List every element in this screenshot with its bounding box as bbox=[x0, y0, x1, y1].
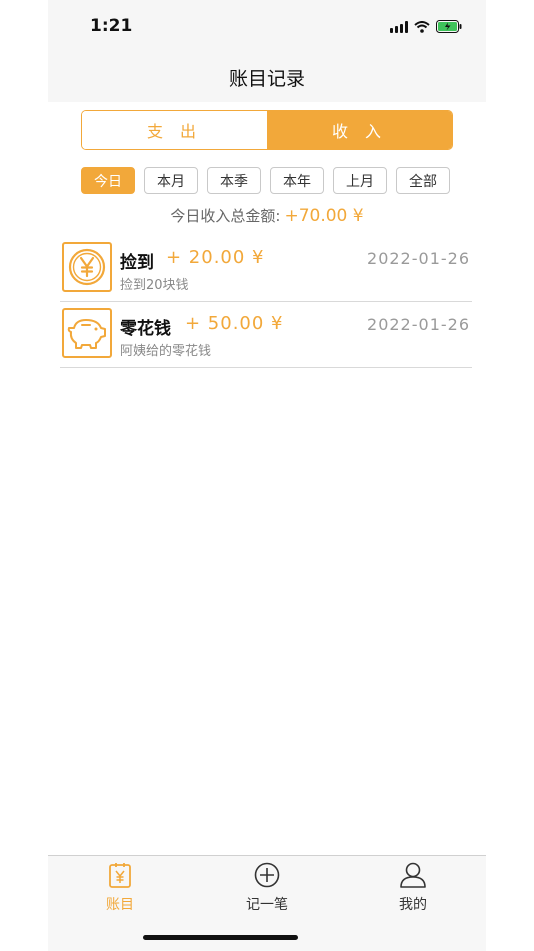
tab-label: 记一笔 bbox=[246, 897, 288, 913]
add-circle-icon bbox=[254, 862, 280, 888]
user-icon bbox=[400, 862, 426, 888]
record-note: 阿姨给的零花钱 bbox=[120, 344, 212, 359]
cellular-signal-icon bbox=[390, 20, 408, 33]
period-filters: 今日 本月 本季 本年 上月 全部 bbox=[81, 167, 450, 194]
summary-amount: +70.00 ¥ bbox=[284, 206, 364, 226]
piggy-bank-icon bbox=[62, 308, 112, 358]
type-segmented-control: 支 出 收 入 bbox=[81, 110, 453, 150]
record-list: 捡到 + 20.00 ¥ 2022-01-26 捡到20块钱 零花钱 + 50.… bbox=[60, 236, 472, 368]
summary-label: 今日收入总金额: bbox=[170, 207, 281, 225]
app-screen: 1:21 账目记录 支 出 收 入 今日 本月 本季 本年 上月 全部 今日收入… bbox=[48, 0, 486, 951]
record-name: 捡到 bbox=[120, 253, 154, 273]
ledger-icon bbox=[109, 863, 131, 888]
record-date: 2022-01-26 bbox=[367, 315, 470, 334]
record-amount: + 50.00 ¥ bbox=[185, 313, 284, 334]
page-title: 账目记录 bbox=[228, 68, 305, 90]
segment-income[interactable]: 收 入 bbox=[267, 111, 452, 149]
tab-ledger[interactable]: 账目 bbox=[70, 862, 170, 914]
tab-label: 账目 bbox=[106, 897, 134, 913]
list-item[interactable]: 零花钱 + 50.00 ¥ 2022-01-26 阿姨给的零花钱 bbox=[60, 302, 472, 368]
filter-last-month[interactable]: 上月 bbox=[333, 167, 387, 194]
filter-today[interactable]: 今日 bbox=[81, 167, 135, 194]
battery-icon bbox=[436, 20, 462, 33]
total-summary: 今日收入总金额: +70.00 ¥ bbox=[48, 205, 486, 226]
record-date: 2022-01-26 bbox=[367, 249, 470, 268]
status-time: 1:21 bbox=[90, 16, 133, 36]
tab-label: 我的 bbox=[399, 897, 427, 913]
wifi-icon bbox=[414, 20, 430, 33]
record-name: 零花钱 bbox=[120, 319, 171, 339]
filter-all[interactable]: 全部 bbox=[396, 167, 450, 194]
tab-profile[interactable]: 我的 bbox=[363, 862, 463, 914]
tab-add-record[interactable]: 记一笔 bbox=[217, 862, 317, 914]
home-indicator[interactable] bbox=[143, 935, 298, 940]
filter-this-quarter[interactable]: 本季 bbox=[207, 167, 261, 194]
filter-this-year[interactable]: 本年 bbox=[270, 167, 324, 194]
segment-expense[interactable]: 支 出 bbox=[82, 111, 267, 149]
record-note: 捡到20块钱 bbox=[120, 278, 189, 293]
top-bar: 1:21 账目记录 bbox=[48, 0, 486, 102]
list-item[interactable]: 捡到 + 20.00 ¥ 2022-01-26 捡到20块钱 bbox=[60, 236, 472, 302]
yen-coin-icon bbox=[62, 242, 112, 292]
filter-this-month[interactable]: 本月 bbox=[144, 167, 198, 194]
status-icons bbox=[390, 20, 462, 33]
record-amount: + 20.00 ¥ bbox=[166, 247, 265, 268]
